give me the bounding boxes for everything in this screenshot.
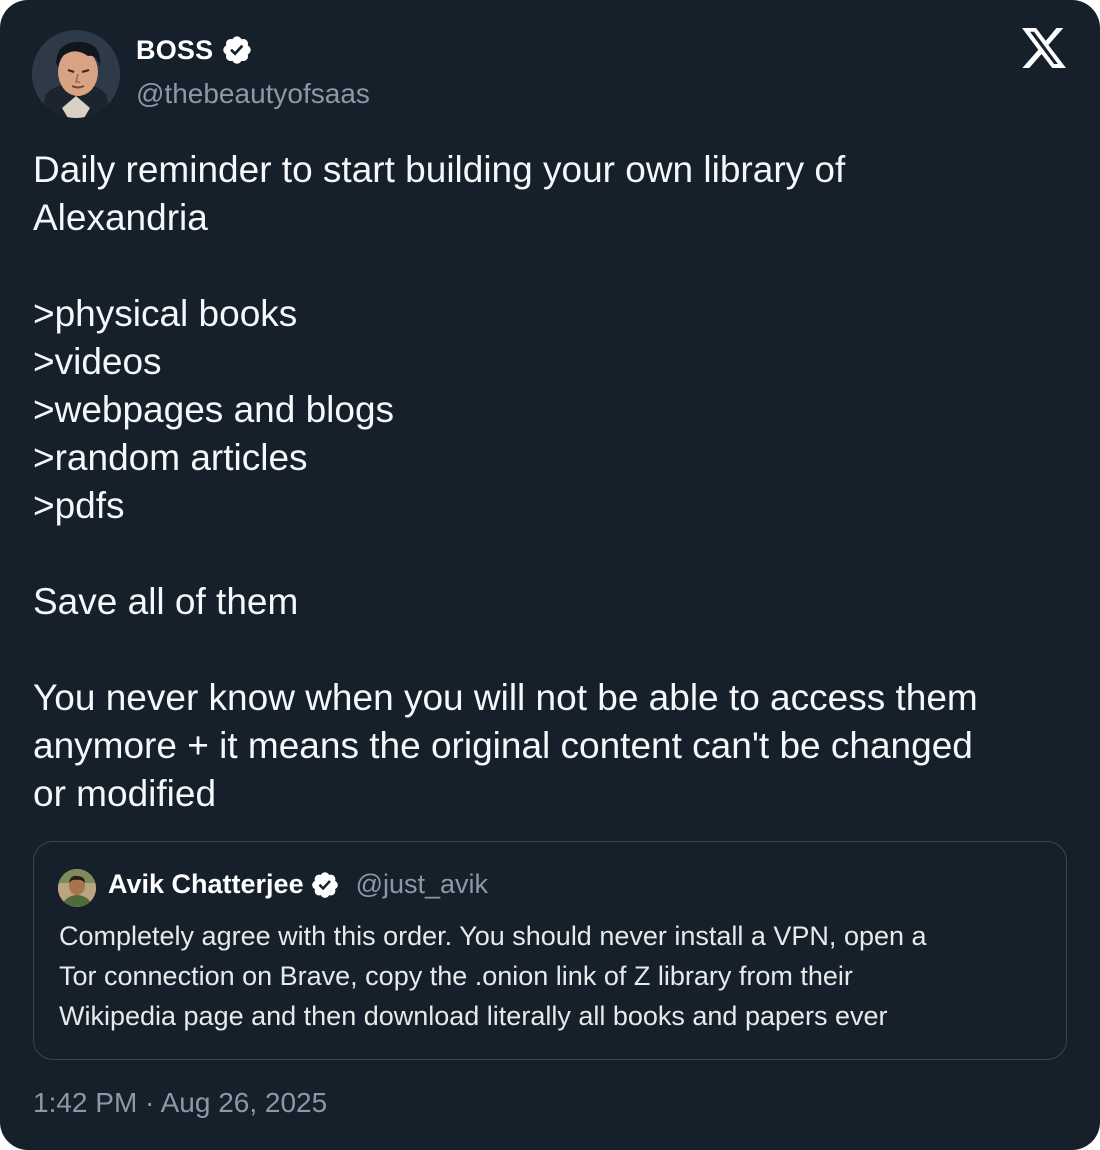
- quoted-tweet-line: Tor connection on Brave, copy the .onion…: [59, 961, 853, 991]
- quoted-author-avatar[interactable]: [58, 869, 96, 907]
- tweet-line: >physical books: [33, 293, 298, 334]
- author-avatar[interactable]: [32, 30, 120, 118]
- avatar-illustration-icon: [32, 30, 120, 118]
- tweet-body: Daily reminder to start building your ow…: [33, 146, 1073, 818]
- quoted-author-name[interactable]: Avik Chatterjee: [108, 869, 304, 900]
- author-handle[interactable]: @thebeautyofsaas: [136, 78, 370, 110]
- quoted-author-handle[interactable]: @just_avik: [356, 869, 488, 900]
- verified-badge-icon: [223, 36, 251, 64]
- tweet-line: >random articles: [33, 437, 308, 478]
- quoted-avatar-photo-icon: [58, 869, 96, 907]
- quoted-tweet-line: Completely agree with this order. You sh…: [59, 921, 927, 951]
- x-logo-icon[interactable]: [1020, 26, 1068, 70]
- tweet-line: anymore + it means the original content …: [33, 725, 973, 766]
- tweet-line: >webpages and blogs: [33, 389, 395, 430]
- quoted-tweet-line: Wikipedia page and then download literal…: [59, 1001, 888, 1031]
- tweet-line: Save all of them: [33, 581, 299, 622]
- tweet-line: or modified: [33, 773, 217, 814]
- tweet-line: You never know when you will not be able…: [33, 677, 978, 718]
- author-name[interactable]: BOSS: [136, 35, 213, 66]
- quoted-tweet[interactable]: Avik Chatterjee @just_avik Completely ag…: [33, 841, 1067, 1060]
- tweet-line: >videos: [33, 341, 162, 382]
- tweet-timestamp[interactable]: 1:42 PM · Aug 26, 2025: [33, 1087, 327, 1119]
- tweet-card: BOSS @thebeautyofsaas Daily reminder to …: [0, 0, 1100, 1150]
- tweet-line: >pdfs: [33, 485, 125, 526]
- tweet-line: Daily reminder to start building your ow…: [33, 149, 846, 190]
- verified-badge-icon: [311, 871, 338, 898]
- quoted-tweet-body: Completely agree with this order. You sh…: [59, 916, 1039, 1036]
- quoted-name-row: Avik Chatterjee @just_avik: [108, 869, 488, 900]
- author-name-row: BOSS: [136, 34, 253, 66]
- tweet-line: Alexandria: [33, 197, 208, 238]
